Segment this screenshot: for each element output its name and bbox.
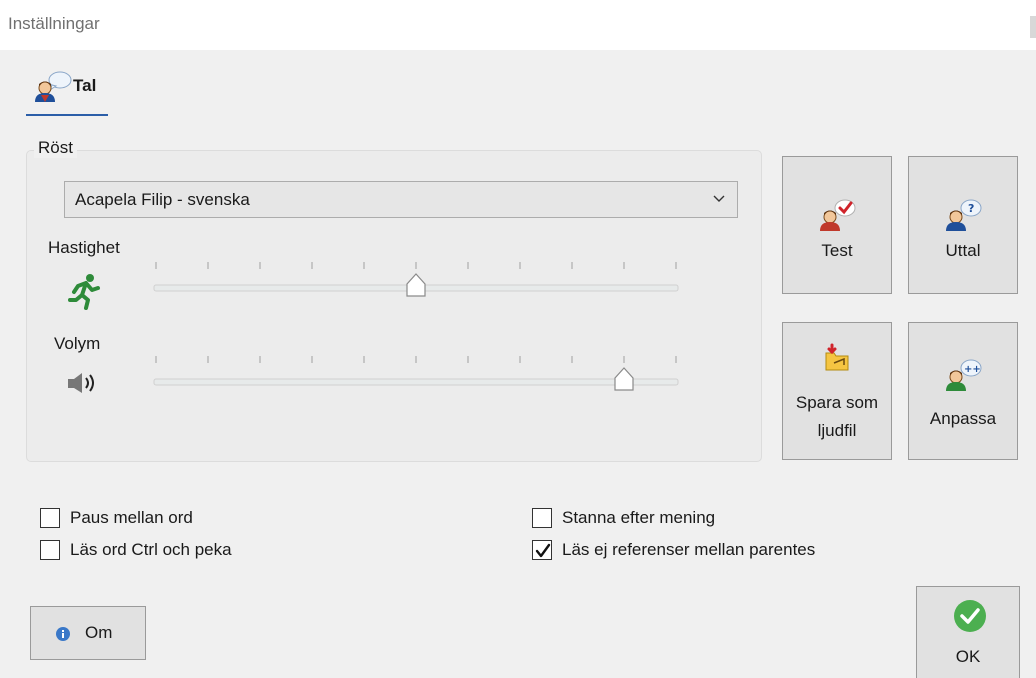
las-ord-ctrl-checkbox[interactable]: Läs ord Ctrl och peka — [40, 538, 280, 564]
window-title: Inställningar — [8, 14, 100, 33]
stanna-efter-mening-checkbox[interactable]: Stanna efter mening — [532, 506, 752, 532]
checkbox-box[interactable] — [40, 540, 60, 560]
speed-slider-graphic — [153, 262, 679, 297]
checkbox-box[interactable] — [532, 540, 552, 560]
checkbox-label: Läs ord Ctrl och peka — [70, 540, 232, 559]
volume-slider[interactable] — [150, 350, 690, 400]
checkbox-box[interactable] — [532, 508, 552, 528]
checkmark-icon — [535, 543, 551, 558]
tab-tal[interactable]: Tal — [26, 62, 108, 116]
voice-group-legend: Röst — [34, 138, 77, 158]
tab-selected-indicator — [26, 114, 108, 116]
voice-select[interactable]: Acapela Filip - svenska — [64, 181, 738, 218]
voice-select-value: Acapela Filip - svenska — [75, 190, 250, 209]
speed-slider[interactable] — [150, 256, 690, 306]
save-audio-file-icon — [822, 343, 852, 378]
chevron-down-icon — [713, 195, 725, 202]
title-bar: Inställningar — [0, 0, 1036, 50]
speed-slider-thumb[interactable] — [406, 273, 426, 297]
anpassa-button-label: Anpassa — [929, 409, 997, 428]
ok-button-label: OK — [955, 647, 981, 666]
checkbox-label: Läs ej referenser mellan parentes — [562, 540, 816, 559]
speed-label: Hastighet — [48, 238, 120, 257]
volume-slider-thumb[interactable] — [614, 367, 634, 391]
anpassa-button[interactable]: ++ Anpassa — [908, 322, 1018, 460]
svg-text:?: ? — [968, 202, 974, 215]
save-audio-file-label-line2: ljudfil — [817, 421, 857, 440]
save-audio-file-button[interactable]: Spara som ljudfil — [782, 322, 892, 460]
ok-button[interactable]: OK — [916, 586, 1020, 678]
volume-slider-graphic — [153, 356, 679, 391]
checkbox-label: Stanna efter mening — [562, 508, 716, 527]
tab-label: Tal — [73, 76, 97, 95]
person-question-icon: ? — [943, 197, 983, 236]
save-audio-file-label-line1: Spara som — [795, 393, 879, 412]
running-man-icon — [64, 272, 104, 310]
om-button[interactable]: Om — [30, 606, 146, 660]
info-icon — [56, 627, 70, 641]
speaking-person-icon — [32, 68, 72, 102]
las-ej-referenser-checkbox[interactable]: Läs ej referenser mellan parentes — [532, 538, 872, 564]
checkbox-box[interactable] — [40, 508, 60, 528]
speaker-icon — [66, 370, 106, 396]
uttal-button-label: Uttal — [945, 241, 981, 260]
om-button-label: Om — [85, 623, 113, 642]
uttal-button[interactable]: ? Uttal — [908, 156, 1018, 294]
test-button[interactable]: Test — [782, 156, 892, 294]
volume-label: Volym — [54, 334, 101, 353]
paus-mellan-ord-checkbox[interactable]: Paus mellan ord — [40, 506, 230, 532]
person-checkmark-icon — [817, 197, 857, 236]
green-check-icon — [954, 600, 986, 632]
svg-text:++: ++ — [964, 364, 981, 375]
close-button[interactable] — [1030, 16, 1036, 38]
person-plus-icon: ++ — [943, 357, 983, 396]
checkbox-label: Paus mellan ord — [70, 508, 193, 527]
test-button-label: Test — [821, 241, 853, 260]
